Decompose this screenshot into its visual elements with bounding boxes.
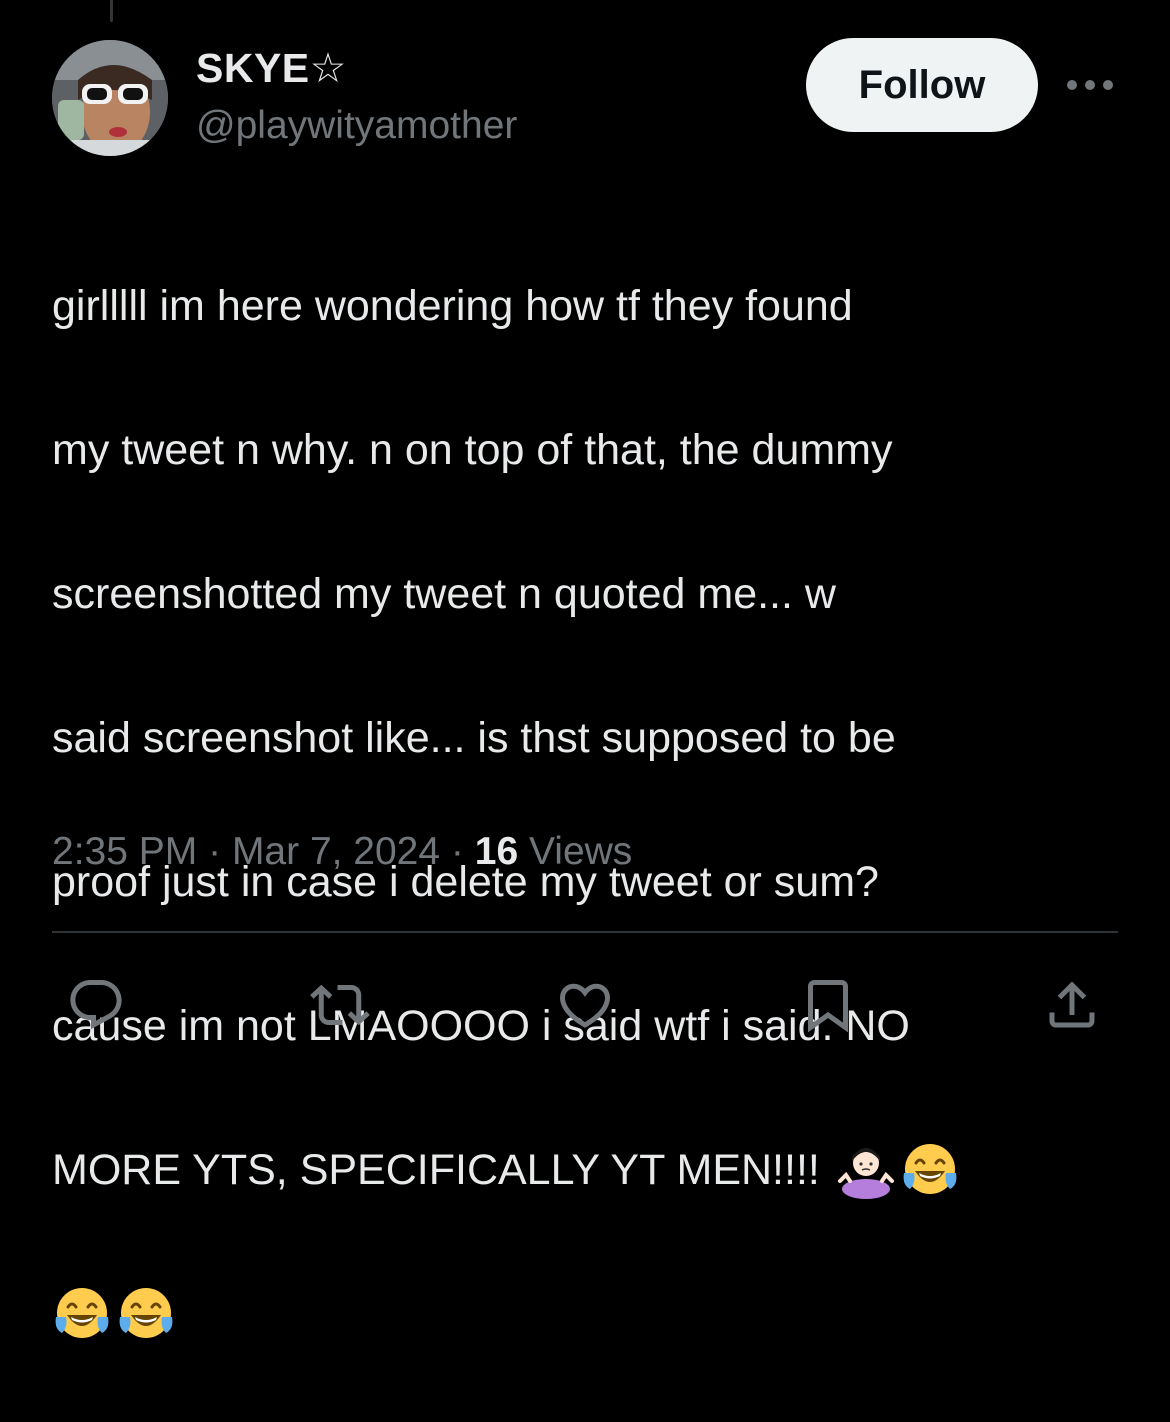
display-name[interactable]: SKYE☆ xyxy=(196,44,347,92)
bookmark-icon xyxy=(808,980,848,1033)
tweet-line: screenshotted my tweet n quoted me... w xyxy=(52,570,836,618)
tweet-line: girlllll im here wondering how tf they f… xyxy=(52,282,853,330)
tweet-line-text: MORE YTS, SPECIFICALLY YT MEN!!!! xyxy=(52,1146,820,1194)
tweet-line: my tweet n why. n on top of that, the du… xyxy=(52,426,893,474)
shrug-emoji-icon xyxy=(837,1147,894,1199)
views-count[interactable]: 16 xyxy=(475,830,518,873)
avatar[interactable] xyxy=(52,40,168,156)
more-options-button[interactable] xyxy=(1062,70,1118,100)
retweet-icon xyxy=(310,984,370,1026)
thread-connector-line xyxy=(110,0,113,22)
tweet-line: said screenshot like... is thst supposed… xyxy=(52,714,896,762)
laughing-crying-emoji-icon xyxy=(903,1143,957,1194)
tweet-time[interactable]: 2:35 PM xyxy=(52,830,197,873)
tweet-date[interactable]: Mar 7, 2024 xyxy=(232,830,440,873)
divider xyxy=(52,931,1118,933)
views-label[interactable]: Views xyxy=(529,830,632,873)
reply-button[interactable] xyxy=(66,975,126,1035)
follow-button[interactable]: Follow xyxy=(806,38,1038,132)
profile-photo-icon xyxy=(52,40,168,156)
like-icon xyxy=(559,983,611,1028)
share-button[interactable] xyxy=(1042,975,1102,1035)
reply-icon xyxy=(70,980,122,1030)
laughing-crying-emoji-icon xyxy=(119,1287,173,1338)
laughing-crying-emoji-icon xyxy=(55,1287,109,1338)
tweet-line-emojis xyxy=(52,1278,1122,1350)
share-icon xyxy=(1049,981,1095,1028)
tweet-metadata: 2:35 PM · Mar 7, 2024 · 16 Views xyxy=(52,826,632,878)
tweet-text: girlllll im here wondering how tf they f… xyxy=(52,198,1122,1422)
more-horizontal-icon xyxy=(1067,80,1113,90)
tweet-line-with-emoji: MORE YTS, SPECIFICALLY YT MEN!!!! xyxy=(52,1134,1122,1206)
meta-separator: · xyxy=(450,830,464,873)
like-button[interactable] xyxy=(555,975,615,1035)
username-handle[interactable]: @playwityamother xyxy=(196,102,517,150)
retweet-button[interactable] xyxy=(310,975,370,1035)
meta-separator: · xyxy=(208,830,222,873)
bookmark-button[interactable] xyxy=(798,975,858,1035)
